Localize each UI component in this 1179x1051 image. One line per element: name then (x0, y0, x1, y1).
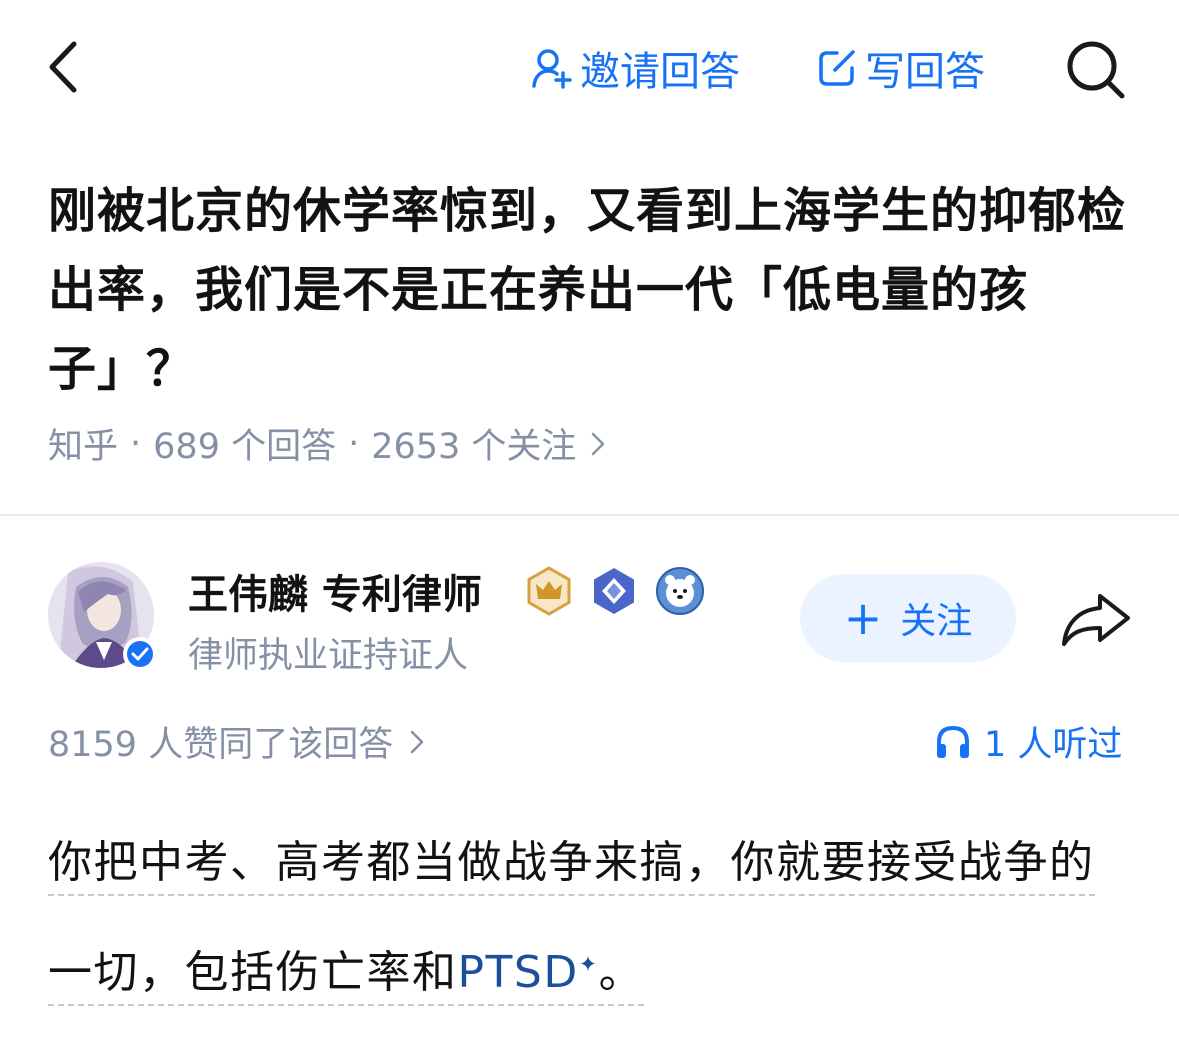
bear-badge-icon[interactable] (655, 566, 705, 616)
separator-dot: · (348, 423, 360, 464)
verified-icon (127, 641, 153, 667)
invite-answer-button[interactable]: 邀请回答 (530, 38, 740, 98)
keyword-link[interactable]: PTSD (458, 947, 579, 998)
diamond-badge-icon[interactable] (589, 566, 639, 616)
listen-button[interactable]: 1 人听过 (934, 716, 1122, 767)
follow-button[interactable]: + 关注 (800, 574, 1016, 662)
crown-badge-icon[interactable] (524, 566, 574, 616)
author-name[interactable]: 王伟麟 专利律师 (188, 562, 482, 620)
follow-label: 关注 (900, 601, 973, 642)
question-meta[interactable]: 知乎 · 689 个回答 · 2653 个关注 (48, 418, 606, 469)
share-button[interactable] (1058, 590, 1134, 650)
question-title: 刚被北京的休学率惊到，又看到上海学生的抑郁检出率，我们是不是正在养出一代「低电量… (48, 183, 1127, 397)
chevron-right-icon (592, 432, 605, 455)
headphones-icon (937, 725, 969, 758)
answers-count: 689 个回答 (153, 427, 337, 467)
chevron-right-icon (410, 730, 424, 753)
invite-answer-label: 邀请回答 (580, 49, 740, 95)
write-answer-button[interactable]: 写回答 (815, 38, 985, 98)
answer-content: 你把中考、高考都当做战争来搞，你就要接受战争的一切，包括伤亡率和PTSD✦。 (48, 812, 1128, 1024)
search-button[interactable] (1062, 36, 1128, 102)
edit-icon (819, 50, 855, 86)
invite-user-icon (532, 49, 572, 89)
share-icon (1062, 594, 1130, 646)
plus-icon: + (843, 591, 883, 645)
listen-count: 1 人听过 (984, 725, 1123, 765)
write-answer-label: 写回答 (865, 49, 985, 95)
section-divider (0, 514, 1179, 516)
answer-text-end: 。 (598, 946, 645, 998)
vote-summary[interactable]: 8159 人赞同了该回答 (48, 716, 425, 767)
search-icon (1067, 41, 1125, 99)
author-headline: 律师执业证持证人 (188, 636, 469, 676)
sparkle-icon: ✦ (578, 952, 599, 977)
chevron-left-icon (49, 41, 77, 93)
author-avatar[interactable] (48, 562, 158, 672)
back-button[interactable] (36, 34, 96, 100)
source-label: 知乎 (48, 427, 119, 467)
separator-dot: · (130, 423, 142, 464)
avatar-image (48, 562, 157, 671)
followers-count: 2653 个关注 (371, 427, 577, 467)
vote-count: 8159 人赞同了该回答 (48, 725, 394, 765)
